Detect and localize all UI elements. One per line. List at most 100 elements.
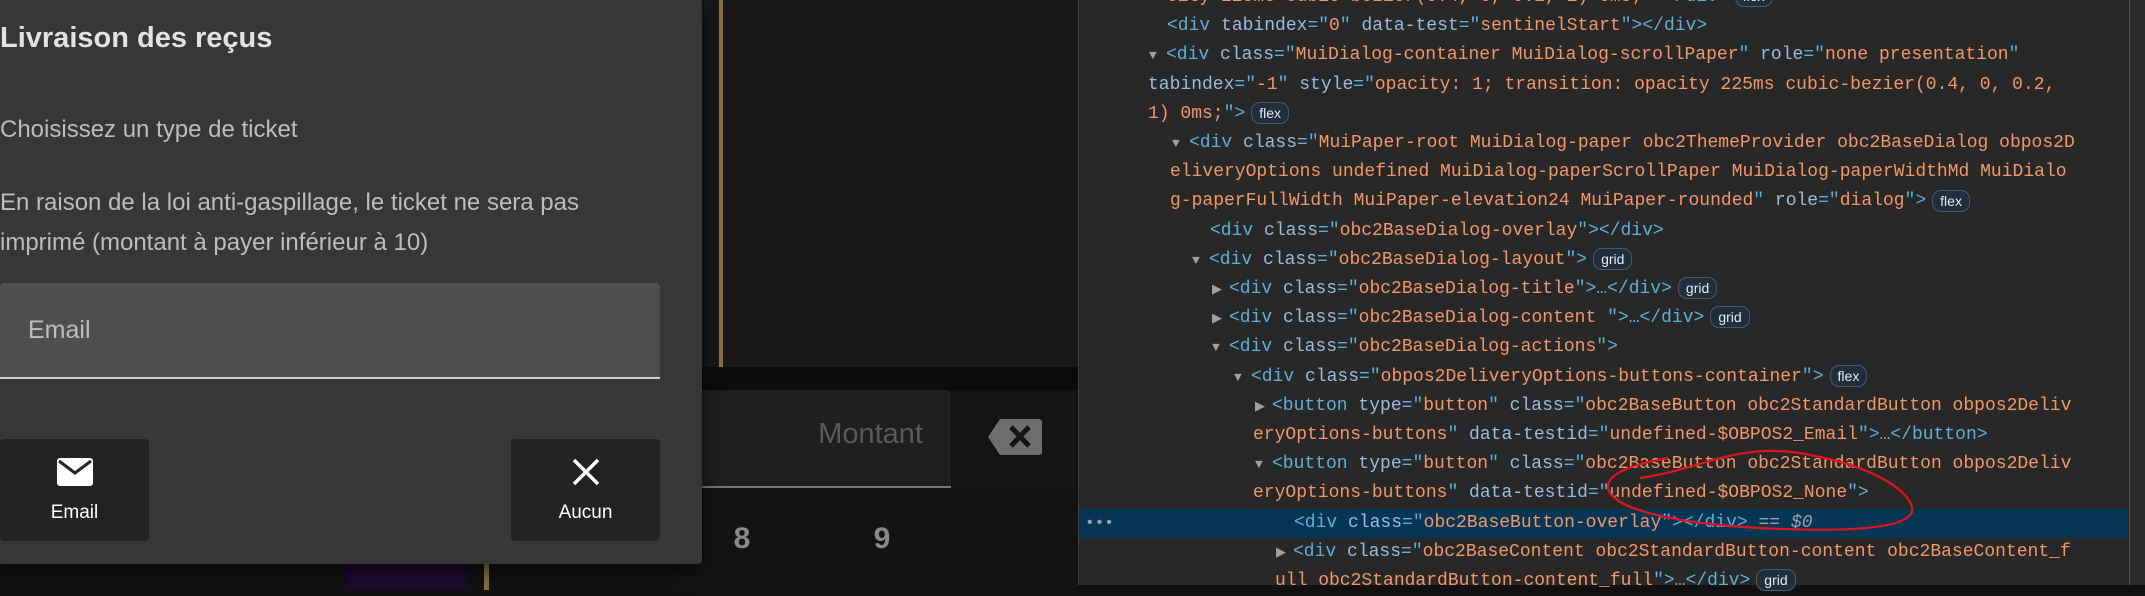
expand-triangle-icon[interactable]: ▶ <box>1255 392 1265 421</box>
dom-tree-line[interactable]: ▼ <div class="obpos2DeliveryOptions-butto… <box>1079 363 2128 392</box>
tag-token: =" <box>1401 454 1424 475</box>
attribute-value: obc2BaseContent obc2StandardButton-conte… <box>1422 541 2071 562</box>
tag-token: ">…</div> <box>1574 279 1672 299</box>
keypad-key-empty[interactable] <box>953 489 1078 589</box>
tag-token: "> <box>1904 191 1927 212</box>
tag-token: "></div> <box>1642 0 1728 7</box>
attribute-value: obc2BaseDialog-overlay <box>1339 220 1578 241</box>
attribute-name: class <box>1305 366 1360 387</box>
expand-triangle-icon[interactable]: ▶ <box>1212 275 1222 304</box>
tag-token: <div <box>1167 16 1222 37</box>
dom-tree-line-selected[interactable]: ••• <div class="obc2BaseButton-overlay"><… <box>1079 508 2128 538</box>
dom-line-code: eryOptions-buttons" data-testid="undefin… <box>1253 421 1988 450</box>
collapse-triangle-icon[interactable]: ▼ <box>1234 363 1242 392</box>
email-button[interactable]: Email <box>0 439 149 541</box>
expand-triangle-icon[interactable]: ▶ <box>1212 304 1222 333</box>
none-button-label: Aucun <box>558 502 613 523</box>
dom-tree-line[interactable]: ▶ <div class="obc2BaseContent obc2Standar… <box>1079 538 2128 567</box>
tag-token: ">…</button> <box>1857 425 1988 445</box>
dom-tree-line[interactable]: ▼ <div class="MuiPaper-root MuiDialog-pap… <box>1079 129 2128 158</box>
dom-tree-line[interactable]: ▶ <button type="button" class="obc2BaseBu… <box>1079 392 2128 421</box>
dom-tree-line[interactable]: ▶ <div class="obc2BaseDialog-title">…</di… <box>1079 275 2128 304</box>
tag-token: =" <box>1297 133 1319 153</box>
dom-tree-line[interactable]: city 225ms cubic-bezier(0.4, 0, 0.2, 1) … <box>1079 0 2128 12</box>
dom-line-code: <div class="MuiDialog-container MuiDialo… <box>1166 41 2019 70</box>
more-options-icon[interactable]: ••• <box>1085 509 1114 538</box>
grid-badge[interactable]: grid <box>1593 248 1633 271</box>
dom-tree-line[interactable]: eryOptions-buttons" data-testid="undefin… <box>1079 421 2128 450</box>
tag-token: "> <box>1596 337 1618 358</box>
dom-line-code: eliveryOptions undefined MuiDialog-paper… <box>1170 158 2067 187</box>
tag-token: =" <box>1401 395 1424 416</box>
dom-tree-line[interactable]: ▼ <button type="button" class="obc2BaseBu… <box>1079 450 2128 479</box>
flex-badge[interactable]: flex <box>1734 0 1773 8</box>
attribute-value: dialog <box>1839 191 1905 212</box>
collapse-triangle-icon[interactable]: ▼ <box>1172 129 1180 158</box>
attribute-value: eryOptions-buttons <box>1253 425 1448 445</box>
tag-token: <div <box>1189 133 1244 153</box>
tag-token: =" <box>1803 45 1825 66</box>
attribute-value: eryOptions-buttons <box>1253 483 1448 504</box>
attribute-value: button <box>1423 454 1489 475</box>
collapse-triangle-icon[interactable]: ▼ <box>1149 41 1157 70</box>
dom-tree-line[interactable]: ▼ <div class="obc2BaseDialog-actions"> <box>1079 333 2128 362</box>
grid-badge[interactable]: grid <box>1756 569 1796 592</box>
tag-token: =" <box>1458 16 1481 37</box>
backspace-button[interactable] <box>953 390 1078 487</box>
email-button-label: Email <box>50 502 99 523</box>
tag-token: " <box>1488 454 1510 475</box>
tag-token: <div <box>1294 512 1349 533</box>
collapse-triangle-icon[interactable]: ▼ <box>1255 450 1263 479</box>
tag-token: =" <box>1337 337 1359 358</box>
attribute-name: tabindex <box>1148 74 1235 95</box>
devtools-elements-panel: city 225ms cubic-bezier(0.4, 0, 0.2, 1) … <box>1078 0 2145 592</box>
tag-token: =" <box>1587 425 1610 445</box>
backspace-icon <box>987 418 1043 461</box>
tag-token: =" <box>1563 395 1586 416</box>
attribute-value: obc2BaseButton obc2StandardButton obpos2… <box>1585 454 2072 475</box>
dom-tree-line[interactable]: ▼ <div class="MuiDialog-container MuiDial… <box>1079 41 2128 70</box>
dom-tree-line[interactable]: eliveryOptions undefined MuiDialog-paper… <box>1079 158 2128 187</box>
tag-token: =" <box>1337 279 1359 299</box>
flex-badge[interactable]: flex <box>1251 102 1290 125</box>
attribute-name: data-testid <box>1469 483 1588 504</box>
tag-token: <div <box>1210 220 1265 241</box>
dom-tree-line[interactable]: ▶ <div class="obc2BaseDialog-content ">…<… <box>1079 304 2128 333</box>
tag-token: " <box>1277 74 1300 95</box>
dom-tree-line[interactable]: 1) 0ms;"> flex <box>1079 100 2128 129</box>
flex-badge[interactable]: flex <box>1829 364 1868 387</box>
dom-tree-line[interactable]: ull obc2StandardButton-content_full">…</… <box>1079 567 2128 596</box>
tag-token: "></div> <box>1620 16 1708 37</box>
dom-tree-line[interactable]: g-paperFullWidth MuiPaper-elevation24 Mu… <box>1079 187 2128 216</box>
scrollbar[interactable] <box>2129 0 2145 585</box>
tag-token: " <box>1488 395 1510 416</box>
attribute-value: obc2BaseDialog-content <box>1358 308 1608 329</box>
keypad-key-9[interactable]: 9 <box>813 489 951 589</box>
collapse-triangle-icon[interactable]: ▼ <box>1192 246 1200 275</box>
email-field[interactable]: Email <box>0 283 660 379</box>
flex-badge[interactable]: flex <box>1932 189 1970 212</box>
tag-token: " <box>1738 45 1761 66</box>
tag-token: "> <box>1565 249 1588 270</box>
attribute-name: class <box>1283 308 1338 329</box>
dom-tree-line[interactable]: <div tabindex="0" data-test="sentinelSta… <box>1079 12 2128 41</box>
tag-token: =" <box>1307 16 1330 37</box>
none-button[interactable]: Aucun <box>511 439 660 541</box>
collapse-triangle-icon[interactable]: ▼ <box>1212 333 1220 362</box>
grid-badge[interactable]: grid <box>1710 306 1750 329</box>
tag-token: <div <box>1229 279 1284 299</box>
dom-tree-line[interactable]: eryOptions-buttons" data-testid="undefin… <box>1079 479 2128 508</box>
expand-triangle-icon[interactable]: ▶ <box>1276 538 1286 567</box>
tag-token: <div <box>1251 366 1306 387</box>
dom-tree-line[interactable]: tabindex="-1" style="opacity: 1; transit… <box>1079 71 2128 100</box>
dom-line-code: <div class="obc2BaseContent obc2Standard… <box>1293 538 2071 567</box>
dom-tree-line[interactable]: <div class="obc2BaseDialog-overlay"></di… <box>1079 217 2128 246</box>
dom-tree-line[interactable]: ▼ <div class="obc2BaseDialog-layout"> grid <box>1079 246 2128 275</box>
tag-token: " <box>1753 191 1775 212</box>
grid-badge[interactable]: grid <box>1677 277 1718 300</box>
attribute-name: class <box>1348 512 1403 533</box>
dom-line-code: <div class="obc2BaseDialog-title">…</div… <box>1229 275 1718 304</box>
attribute-name: class <box>1263 249 1318 270</box>
attribute-name: class <box>1243 133 1298 153</box>
attribute-value: undefined-$OBPOS2_None <box>1609 483 1848 504</box>
